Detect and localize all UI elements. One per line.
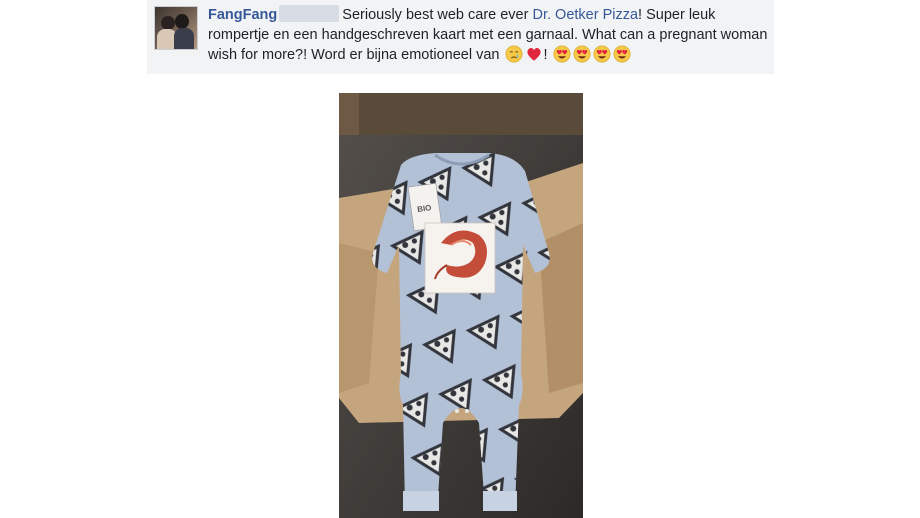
heart-eyes-face-icon bbox=[573, 45, 591, 63]
comment-text-start: Seriously best web care ever bbox=[342, 7, 533, 23]
comment-body: FangFang Seriously best web care ever Dr.… bbox=[208, 5, 768, 65]
mention-link[interactable]: Dr. Oetker Pizza bbox=[532, 7, 638, 23]
heart-eyes-face-icon bbox=[553, 45, 571, 63]
redacted-surname bbox=[279, 5, 340, 22]
romper-photo-illustration: BIO bbox=[339, 93, 583, 518]
attached-photo[interactable]: BIO bbox=[339, 93, 583, 518]
shrimp-card bbox=[424, 222, 496, 294]
heart-eyes-face-icon bbox=[613, 45, 631, 63]
comment-text-exclaim: ! bbox=[543, 47, 552, 63]
crying-face-icon bbox=[505, 45, 522, 63]
avatar[interactable] bbox=[154, 6, 198, 50]
heart-eyes-face-icon bbox=[593, 45, 611, 63]
author-name[interactable]: FangFang bbox=[208, 7, 277, 23]
red-heart-icon bbox=[526, 47, 541, 61]
facebook-comment: FangFang Seriously best web care ever Dr.… bbox=[147, 0, 774, 74]
